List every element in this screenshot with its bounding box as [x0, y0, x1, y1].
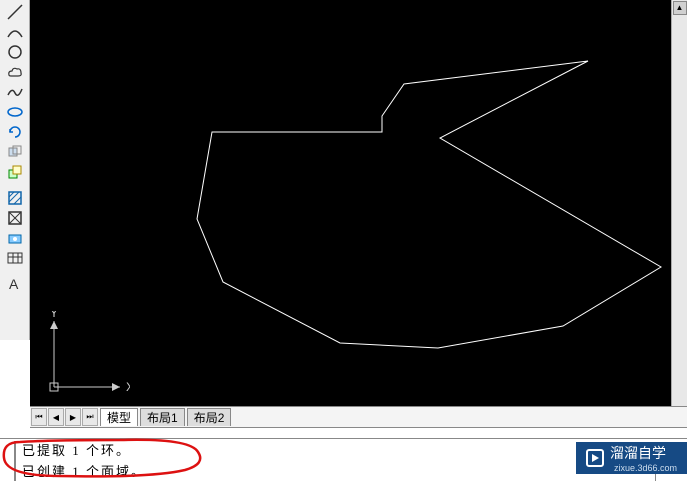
camera-tool-icon[interactable]: [2, 228, 28, 248]
watermark-brand: 溜溜自学: [610, 443, 677, 463]
insert-tool-icon[interactable]: [2, 162, 28, 182]
tab-first-icon[interactable]: ⏮: [31, 408, 47, 426]
svg-text:Y: Y: [50, 311, 58, 320]
line-tool-icon[interactable]: [2, 2, 28, 22]
tab-last-icon[interactable]: ⏭: [82, 408, 98, 426]
tab-prev-icon[interactable]: ◀: [48, 408, 64, 426]
tab-layout2[interactable]: 布局2: [187, 408, 232, 426]
text-tool-icon[interactable]: A: [2, 274, 28, 294]
vertical-scrollbar[interactable]: ▲: [671, 0, 687, 406]
scroll-up-icon[interactable]: ▲: [673, 1, 687, 15]
circle-tool-icon[interactable]: [2, 42, 28, 62]
cloud-tool-icon[interactable]: [2, 62, 28, 82]
tab-model[interactable]: 模型: [100, 408, 138, 426]
tab-next-icon[interactable]: ▶: [65, 408, 81, 426]
region-polygon: [197, 61, 661, 348]
tab-layout1[interactable]: 布局1: [140, 408, 185, 426]
spline-tool-icon[interactable]: [2, 82, 28, 102]
block-tool-icon[interactable]: [2, 142, 28, 162]
ucs-indicator-icon: X Y: [40, 311, 130, 404]
play-icon: [586, 449, 604, 467]
svg-text:X: X: [126, 380, 130, 394]
ellipse-tool-icon[interactable]: [2, 102, 28, 122]
hatch-tool-icon[interactable]: [2, 188, 28, 208]
region-tool-icon[interactable]: [2, 208, 28, 228]
tool-palette: A: [0, 0, 30, 340]
watermark: 溜溜自学 zixue.3d66.com: [576, 442, 687, 474]
rotate-tool-icon[interactable]: [2, 122, 28, 142]
table-tool-icon[interactable]: [2, 248, 28, 268]
arc-tool-icon[interactable]: [2, 22, 28, 42]
layout-tab-bar: ⏮ ◀ ▶ ⏭ 模型 布局1 布局2: [30, 406, 687, 428]
drawing-canvas[interactable]: X Y ▲: [30, 0, 687, 406]
watermark-url: zixue.3d66.com: [614, 463, 677, 473]
svg-text:A: A: [9, 276, 19, 292]
